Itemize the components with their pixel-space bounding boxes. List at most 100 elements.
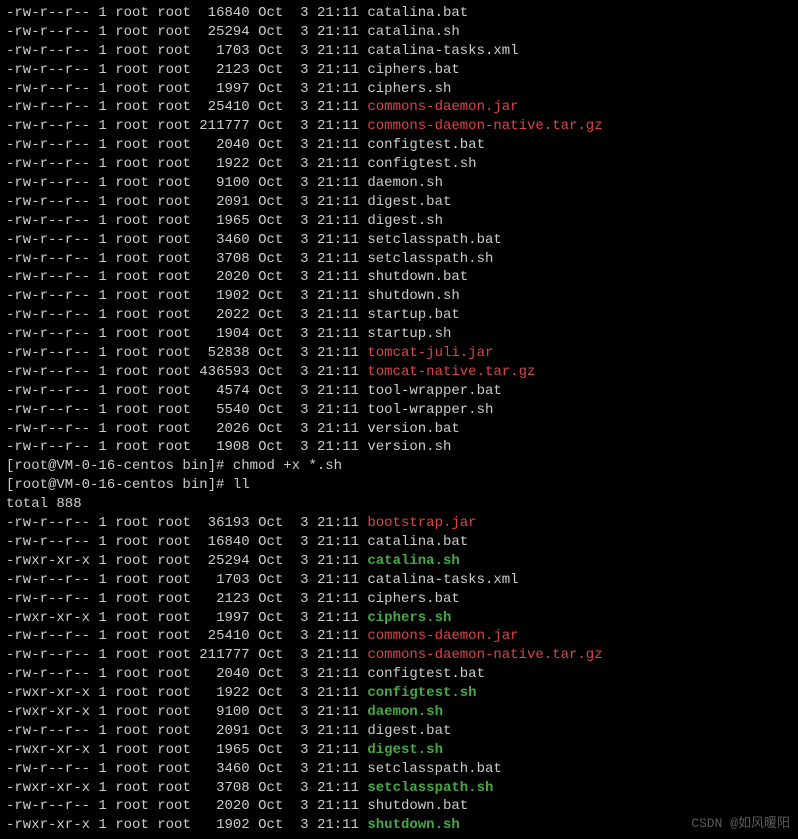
file-row: -rwxr-xr-x 1 root root 3708 Oct 3 21:11 … xyxy=(6,779,792,798)
time: 21:11 xyxy=(317,99,359,115)
month: Oct xyxy=(258,704,283,720)
group: root xyxy=(157,572,191,588)
link-count: 1 xyxy=(98,251,106,267)
day: 3 xyxy=(292,402,309,418)
owner: root xyxy=(115,742,149,758)
permissions: -rw-r--r-- xyxy=(6,364,90,380)
file-size: 25410 xyxy=(199,628,249,644)
link-count: 1 xyxy=(98,666,106,682)
file-row: -rw-r--r-- 1 root root 1703 Oct 3 21:11 … xyxy=(6,571,792,590)
month: Oct xyxy=(258,817,283,833)
file-size: 9100 xyxy=(199,704,249,720)
day: 3 xyxy=(292,534,309,550)
owner: root xyxy=(115,647,149,663)
filename: catalina-tasks.xml xyxy=(367,572,518,588)
day: 3 xyxy=(292,213,309,229)
link-count: 1 xyxy=(98,383,106,399)
month: Oct xyxy=(258,647,283,663)
terminal-output[interactable]: -rw-r--r-- 1 root root 16840 Oct 3 21:11… xyxy=(6,4,792,835)
permissions: -rw-r--r-- xyxy=(6,326,90,342)
file-row: -rw-r--r-- 1 root root 2091 Oct 3 21:11 … xyxy=(6,722,792,741)
owner: root xyxy=(115,685,149,701)
time: 21:11 xyxy=(317,81,359,97)
file-row: -rw-r--r-- 1 root root 2123 Oct 3 21:11 … xyxy=(6,590,792,609)
group: root xyxy=(157,156,191,172)
filename: tool-wrapper.sh xyxy=(367,402,493,418)
permissions: -rw-r--r-- xyxy=(6,137,90,153)
owner: root xyxy=(115,421,149,437)
permissions: -rw-r--r-- xyxy=(6,723,90,739)
file-size: 1902 xyxy=(199,288,249,304)
day: 3 xyxy=(292,610,309,626)
file-size: 1902 xyxy=(199,817,249,833)
owner: root xyxy=(115,213,149,229)
time: 21:11 xyxy=(317,553,359,569)
time: 21:11 xyxy=(317,647,359,663)
month: Oct xyxy=(258,251,283,267)
owner: root xyxy=(115,288,149,304)
owner: root xyxy=(115,439,149,455)
group: root xyxy=(157,515,191,531)
link-count: 1 xyxy=(98,591,106,607)
file-size: 2022 xyxy=(199,307,249,323)
owner: root xyxy=(115,534,149,550)
file-size: 5540 xyxy=(199,402,249,418)
group: root xyxy=(157,175,191,191)
filename: startup.bat xyxy=(367,307,459,323)
shell-prompt-line[interactable]: [root@VM-0-16-centos bin]# chmod +x *.sh xyxy=(6,457,792,476)
day: 3 xyxy=(292,421,309,437)
day: 3 xyxy=(292,383,309,399)
group: root xyxy=(157,5,191,21)
group: root xyxy=(157,137,191,153)
day: 3 xyxy=(292,666,309,682)
time: 21:11 xyxy=(317,62,359,78)
month: Oct xyxy=(258,685,283,701)
permissions: -rwxr-xr-x xyxy=(6,553,90,569)
link-count: 1 xyxy=(98,307,106,323)
owner: root xyxy=(115,307,149,323)
file-row: -rw-r--r-- 1 root root 16840 Oct 3 21:11… xyxy=(6,4,792,23)
filename: ciphers.bat xyxy=(367,591,459,607)
link-count: 1 xyxy=(98,798,106,814)
filename: shutdown.bat xyxy=(367,269,468,285)
file-row: -rw-r--r-- 1 root root 1904 Oct 3 21:11 … xyxy=(6,325,792,344)
shell-prompt-line[interactable]: [root@VM-0-16-centos bin]# ll xyxy=(6,476,792,495)
link-count: 1 xyxy=(98,704,106,720)
file-size: 16840 xyxy=(199,5,249,21)
month: Oct xyxy=(258,723,283,739)
file-size: 3708 xyxy=(199,780,249,796)
permissions: -rw-r--r-- xyxy=(6,439,90,455)
time: 21:11 xyxy=(317,307,359,323)
day: 3 xyxy=(292,43,309,59)
owner: root xyxy=(115,99,149,115)
day: 3 xyxy=(292,572,309,588)
file-size: 36193 xyxy=(199,515,249,531)
owner: root xyxy=(115,194,149,210)
filename: catalina.sh xyxy=(367,24,459,40)
file-row: -rw-r--r-- 1 root root 1922 Oct 3 21:11 … xyxy=(6,155,792,174)
month: Oct xyxy=(258,364,283,380)
link-count: 1 xyxy=(98,326,106,342)
group: root xyxy=(157,439,191,455)
permissions: -rw-r--r-- xyxy=(6,213,90,229)
file-row: -rw-r--r-- 1 root root 2040 Oct 3 21:11 … xyxy=(6,665,792,684)
link-count: 1 xyxy=(98,685,106,701)
file-row: -rwxr-xr-x 1 root root 1922 Oct 3 21:11 … xyxy=(6,684,792,703)
time: 21:11 xyxy=(317,817,359,833)
month: Oct xyxy=(258,175,283,191)
day: 3 xyxy=(292,251,309,267)
filename: digest.sh xyxy=(367,742,443,758)
time: 21:11 xyxy=(317,213,359,229)
day: 3 xyxy=(292,307,309,323)
file-size: 1703 xyxy=(199,572,249,588)
link-count: 1 xyxy=(98,5,106,21)
file-size: 1703 xyxy=(199,43,249,59)
time: 21:11 xyxy=(317,232,359,248)
owner: root xyxy=(115,156,149,172)
group: root xyxy=(157,647,191,663)
day: 3 xyxy=(292,24,309,40)
link-count: 1 xyxy=(98,421,106,437)
time: 21:11 xyxy=(317,742,359,758)
file-size: 2020 xyxy=(199,798,249,814)
filename: catalina-tasks.xml xyxy=(367,43,518,59)
